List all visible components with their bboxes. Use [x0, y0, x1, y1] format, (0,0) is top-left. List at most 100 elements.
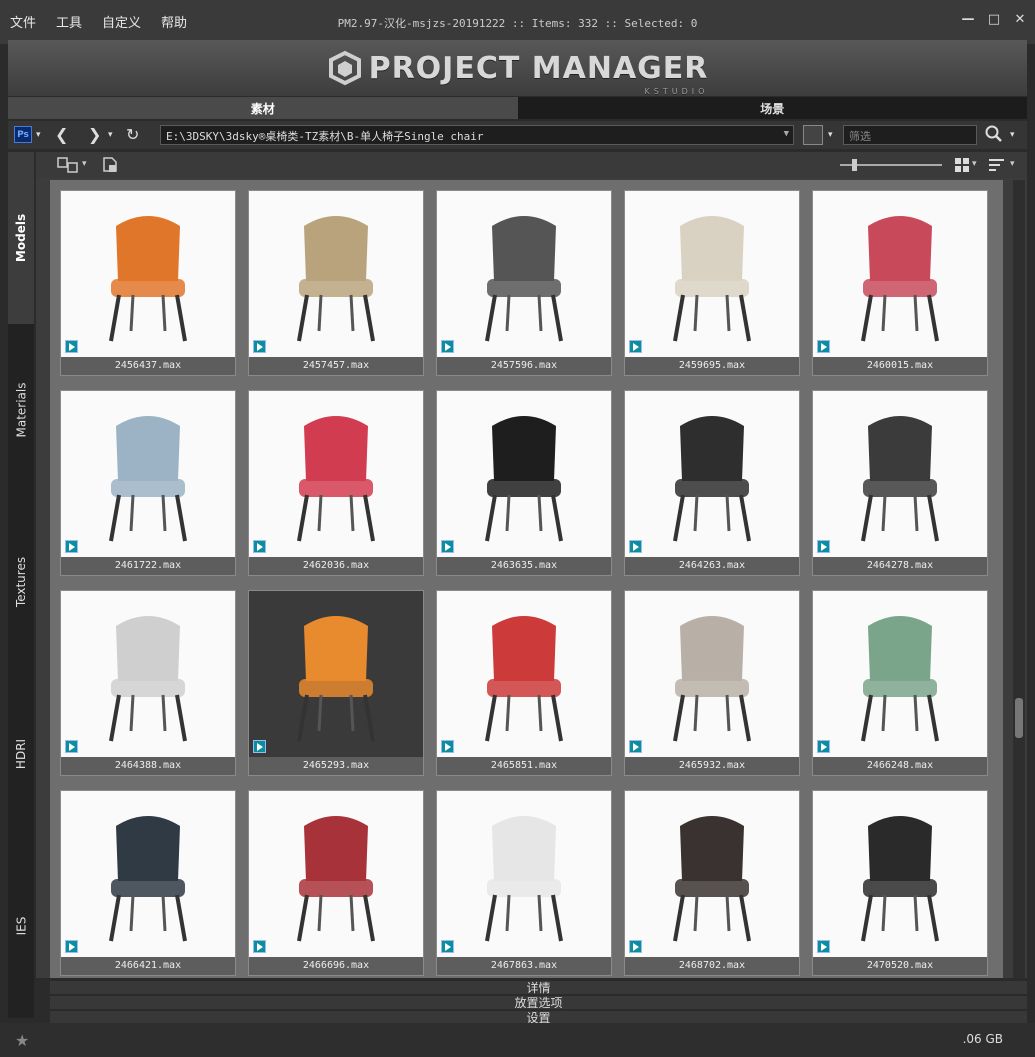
- search-icon[interactable]: [984, 124, 1006, 146]
- thumbnail-image: [625, 191, 799, 357]
- chair-preview-icon: [109, 416, 187, 542]
- max-file-icon: [253, 940, 266, 953]
- thumbnail-card[interactable]: 2457596.max: [436, 190, 612, 376]
- thumbnail-card[interactable]: 2460015.max: [812, 190, 988, 376]
- photoshop-icon[interactable]: Ps: [14, 126, 32, 143]
- history-dropdown-icon[interactable]: ▾: [108, 130, 113, 140]
- sidebar-label-models: Models: [14, 213, 29, 263]
- thumbnail-card[interactable]: 2470520.max: [812, 790, 988, 976]
- max-file-icon: [629, 940, 642, 953]
- chair-preview-icon: [485, 816, 563, 942]
- chevron-down-icon[interactable]: ▼: [784, 129, 789, 139]
- sidebar-label-textures: Textures: [14, 556, 28, 608]
- thumbnail-image: [249, 591, 423, 757]
- search-dropdown-icon[interactable]: ▾: [1010, 130, 1015, 140]
- thumbnail-filename: 2465293.max: [249, 757, 423, 775]
- thumbnail-card[interactable]: 2463635.max: [436, 390, 612, 576]
- max-file-icon: [629, 540, 642, 553]
- sidebar-tab-textures[interactable]: Textures: [8, 496, 34, 668]
- thumbnail-image: [249, 191, 423, 357]
- thumbnail-filename: 2457596.max: [437, 357, 611, 375]
- chair-preview-icon: [861, 416, 939, 542]
- thumbnail-card[interactable]: 2464263.max: [624, 390, 800, 576]
- thumbnail-card[interactable]: 2466248.max: [812, 590, 988, 776]
- minimize-icon[interactable]: —: [961, 12, 975, 27]
- max-file-icon: [65, 940, 78, 953]
- thumbnail-filename: 2466696.max: [249, 957, 423, 975]
- forward-icon[interactable]: ❯: [88, 125, 101, 144]
- chair-preview-icon: [297, 216, 375, 342]
- thumbnail-filename: 2461722.max: [61, 557, 235, 575]
- sidebar-tab-materials[interactable]: Materials: [8, 324, 34, 496]
- thumbnail-image: [813, 191, 987, 357]
- maximize-icon[interactable]: □: [987, 12, 1001, 27]
- thumbnail-area: 2456437.max 2457457.max 2457596.max 2459695…: [50, 180, 1003, 978]
- sort-dropdown-icon[interactable]: ▾: [1010, 159, 1015, 169]
- thumbnail-card[interactable]: 2461722.max: [60, 390, 236, 576]
- thumbnail-filename: 2462036.max: [249, 557, 423, 575]
- thumbnail-image: [249, 791, 423, 957]
- panel-details[interactable]: 详情: [50, 980, 1027, 995]
- thumbnail-card[interactable]: 2468702.max: [624, 790, 800, 976]
- title-bar: 文件 工具 自定义 帮助 PM2.97-汉化-msjzs-20191222 ::…: [0, 0, 1035, 44]
- thumbnail-size-slider[interactable]: [838, 158, 946, 172]
- thumbnail-image: [813, 391, 987, 557]
- chair-preview-icon: [485, 616, 563, 742]
- thumbnail-card[interactable]: 2462036.max: [248, 390, 424, 576]
- thumbnail-card[interactable]: 2466421.max: [60, 790, 236, 976]
- thumbnail-card[interactable]: 2464388.max: [60, 590, 236, 776]
- thumbnail-filename: 2465851.max: [437, 757, 611, 775]
- view-dropdown-icon[interactable]: ▾: [972, 159, 977, 169]
- path-input[interactable]: E:\3DSKY\3dsky®桌椅类-TZ素材\B-单人椅子Single cha…: [160, 125, 794, 145]
- thumbnail-card[interactable]: 2459695.max: [624, 190, 800, 376]
- disk-usage: .06 GB: [962, 1032, 1003, 1046]
- toolbar: Ps ▾ ❮ ❯ ▾ ↻ E:\3DSKY\3dsky®桌椅类-TZ素材\B-单…: [8, 121, 1027, 149]
- close-icon[interactable]: ✕: [1013, 12, 1027, 27]
- ps-dropdown-icon[interactable]: ▾: [36, 130, 41, 140]
- favorite-star-icon[interactable]: ★: [15, 1031, 29, 1050]
- panel-placement-options[interactable]: 放置选项: [50, 995, 1027, 1010]
- thumbnail-image: [61, 591, 235, 757]
- thumbnail-card[interactable]: 2466696.max: [248, 790, 424, 976]
- status-bar: ★ .06 GB: [0, 1023, 1035, 1057]
- thumbnail-card[interactable]: 2465851.max: [436, 590, 612, 776]
- thumbnail-image: [625, 591, 799, 757]
- thumbnail-card[interactable]: 2465932.max: [624, 590, 800, 776]
- thumbnail-card[interactable]: 2457457.max: [248, 190, 424, 376]
- tab-assets[interactable]: 素材: [8, 97, 518, 119]
- thumbnail-image: [625, 791, 799, 957]
- filter-list-icon[interactable]: [803, 125, 823, 145]
- sort-icon[interactable]: [988, 157, 1006, 173]
- thumbnail-image: [249, 391, 423, 557]
- grid-view-icon[interactable]: [954, 157, 970, 173]
- sidebar-tab-ies[interactable]: IES: [8, 840, 34, 1012]
- refresh-icon[interactable]: ↻: [126, 125, 139, 144]
- max-file-icon: [817, 340, 830, 353]
- thumbnail-image: [437, 591, 611, 757]
- sidebar-tab-hdri[interactable]: HDRI: [8, 668, 34, 840]
- scroll-thumb[interactable]: [1015, 698, 1023, 738]
- thumbnail-image: [437, 191, 611, 357]
- logo-cube-icon: [328, 50, 361, 86]
- thumbnail-card[interactable]: 2467863.max: [436, 790, 612, 976]
- add-model-icon[interactable]: [98, 155, 120, 175]
- filter-input[interactable]: 筛选: [843, 125, 977, 145]
- sync-dropdown-icon[interactable]: ▾: [82, 159, 87, 169]
- filter-dropdown-icon[interactable]: ▾: [828, 130, 833, 140]
- panel-settings[interactable]: 设置: [50, 1010, 1027, 1025]
- sync-icon[interactable]: [56, 155, 80, 175]
- thumbnail-card[interactable]: 2465293.max: [248, 590, 424, 776]
- max-file-icon: [817, 540, 830, 553]
- thumbnail-card[interactable]: 2456437.max: [60, 190, 236, 376]
- thumbnail-image: [61, 391, 235, 557]
- vertical-scrollbar[interactable]: [1013, 180, 1025, 978]
- tab-scenes[interactable]: 场景: [517, 97, 1027, 119]
- sidebar-label-hdri: HDRI: [14, 738, 29, 770]
- back-icon[interactable]: ❮: [55, 125, 68, 144]
- thumbnail-card[interactable]: 2464278.max: [812, 390, 988, 576]
- thumbnail-filename: 2457457.max: [249, 357, 423, 375]
- sidebar-tab-models[interactable]: Models: [8, 152, 34, 324]
- thumbnail-image: [437, 791, 611, 957]
- view-toolbar: ▾ ▾ ▾: [36, 152, 1027, 178]
- logo-subtitle: KSTUDIO: [644, 86, 709, 96]
